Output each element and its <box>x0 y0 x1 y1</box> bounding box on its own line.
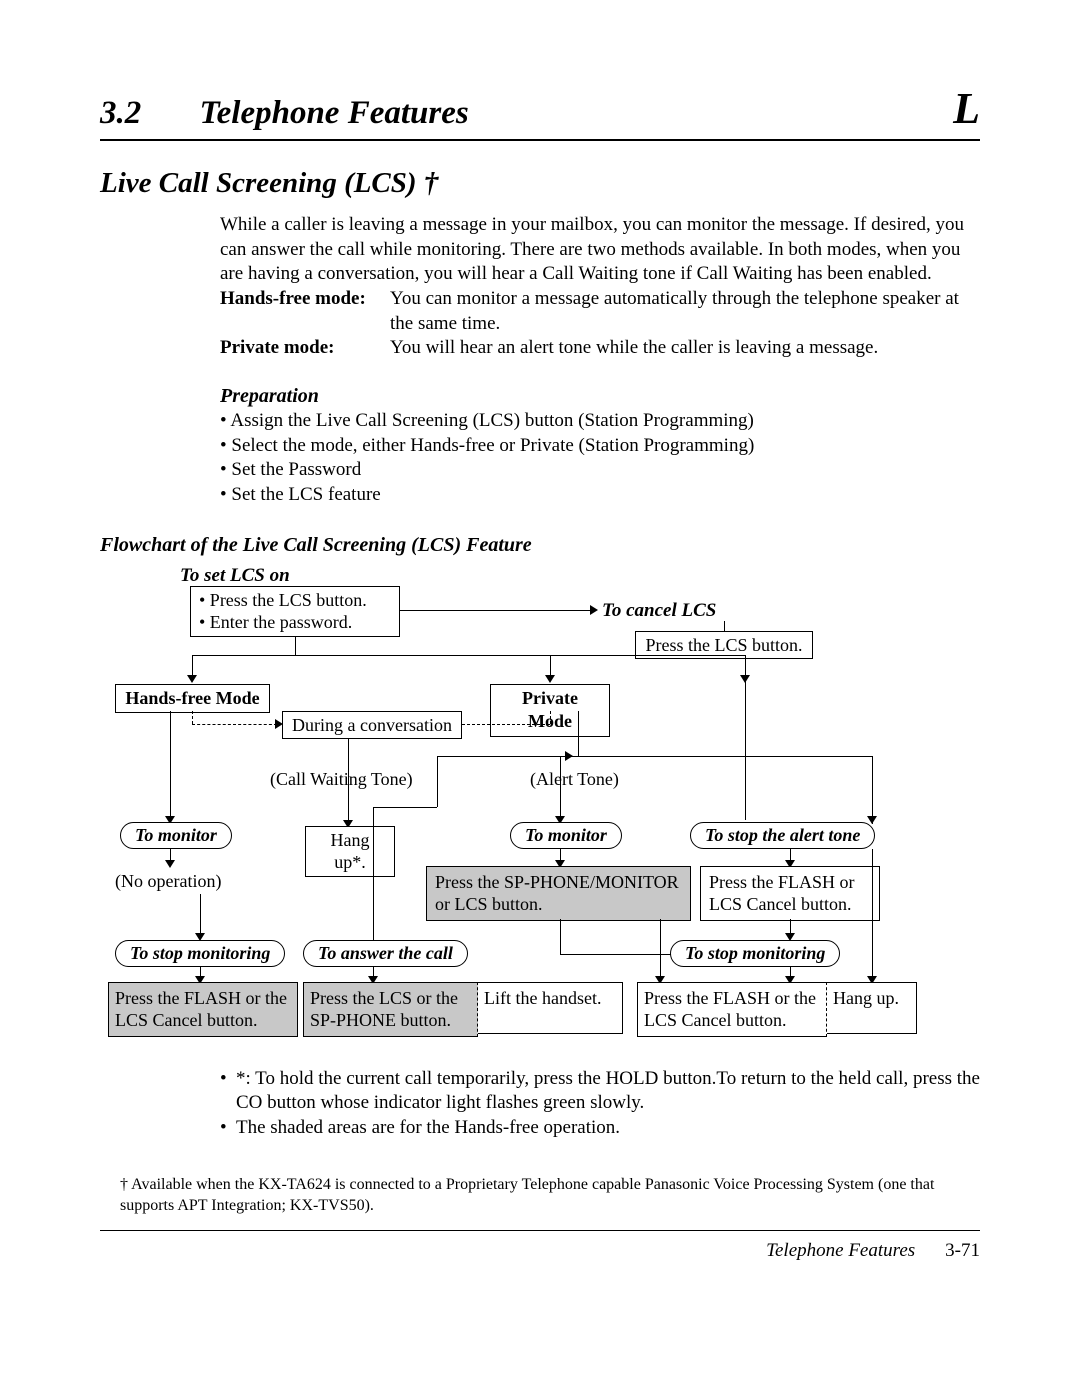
page-title: Live Call Screening (LCS) † <box>100 165 980 203</box>
fc-lift-handset: Lift the handset. <box>478 982 623 1034</box>
prep-item: Set the LCS feature <box>220 483 980 508</box>
preparation-list: Assign the Live Call Screening (LCS) but… <box>220 409 980 508</box>
fc-to-monitor-mid: To monitor <box>510 822 622 849</box>
note-2: • The shaded areas are for the Hands-fre… <box>220 1116 980 1141</box>
private-mode-row: Private mode: You will hear an alert ton… <box>220 336 980 361</box>
fc-to-stop-alert: To stop the alert tone <box>690 822 875 849</box>
fc-no-operation: (No operation) <box>115 870 221 893</box>
section-title: Telephone Features <box>200 95 469 131</box>
fc-call-waiting-tone: (Call Waiting Tone) <box>270 768 413 791</box>
flowchart-title: Flowchart of the Live Call Screening (LC… <box>100 532 980 558</box>
intro-paragraph: While a caller is leaving a message in y… <box>220 213 980 287</box>
fc-set-lcs-on-label: To set LCS on <box>180 564 290 589</box>
fc-hang-up: Hang up. <box>827 982 917 1034</box>
flowchart: To set LCS on • Press the LCS button. • … <box>100 564 980 1039</box>
footnote: † Available when the KX-TA624 is connect… <box>120 1175 980 1217</box>
fc-to-monitor-left: To monitor <box>120 822 232 849</box>
fc-during-conv-box: During a conversation <box>282 711 462 740</box>
fc-flash-cancel-box: Press the FLASH or LCS Cancel button. <box>700 866 880 921</box>
fc-flash-lcs-cancel-right: Press the FLASH or the LCS Cancel button… <box>637 982 827 1037</box>
notes-block: • *: To hold the current call temporaril… <box>220 1067 980 1141</box>
fc-alert-tone: (Alert Tone) <box>530 768 619 791</box>
handsfree-mode-label: Hands-free mode: <box>220 287 390 336</box>
bullet-icon: • <box>220 1067 236 1116</box>
handsfree-mode-row: Hands-free mode: You can monitor a messa… <box>220 287 980 336</box>
prep-item: Select the mode, either Hands-free or Pr… <box>220 434 980 459</box>
page-footer: Telephone Features 3-71 <box>100 1239 980 1264</box>
fc-hangup-star-box: Hang up*. <box>305 826 395 877</box>
modes-block: Hands-free mode: You can monitor a messa… <box>220 287 980 361</box>
section-number: 3.2 <box>100 95 141 131</box>
fc-spphone-box: Press the SP-PHONE/MONITOR or LCS button… <box>426 866 691 921</box>
chapter-header: 3.2 Telephone Features L <box>100 80 980 141</box>
section-letter: L <box>953 80 980 137</box>
note-1: • *: To hold the current call temporaril… <box>220 1067 980 1116</box>
fc-set-on-box: • Press the LCS button. • Enter the pass… <box>190 586 400 637</box>
fc-set-on-l1: • Press the LCS button. <box>199 589 391 612</box>
page: 3.2 Telephone Features L Live Call Scree… <box>0 0 1080 1397</box>
note-2-text: The shaded areas are for the Hands-free … <box>236 1116 980 1141</box>
fc-flash-lcs-cancel-left: Press the FLASH or the LCS Cancel button… <box>108 982 298 1037</box>
preparation-heading: Preparation <box>220 383 980 409</box>
fc-set-on-l2: • Enter the password. <box>199 611 391 634</box>
bullet-icon: • <box>220 1116 236 1141</box>
prep-item: Assign the Live Call Screening (LCS) but… <box>220 409 980 434</box>
footer-page: 3-71 <box>945 1239 980 1264</box>
fc-press-lcs-spphone: Press the LCS or the SP-PHONE button. <box>303 982 478 1037</box>
fc-handsfree-mode-box: Hands-free Mode <box>115 684 270 713</box>
chapter-left: 3.2 Telephone Features <box>100 92 469 135</box>
fc-to-stop-monitoring-right: To stop monitoring <box>670 940 840 967</box>
note-1-text: *: To hold the current call temporarily,… <box>236 1067 980 1116</box>
fc-to-cancel-lcs-label: To cancel LCS <box>602 599 716 624</box>
footer-rule <box>100 1230 980 1231</box>
prep-item: Set the Password <box>220 458 980 483</box>
fc-to-stop-monitoring-left: To stop monitoring <box>115 940 285 967</box>
private-mode-label: Private mode: <box>220 336 390 361</box>
handsfree-mode-text: You can monitor a message automatically … <box>390 287 980 336</box>
fc-to-answer-call: To answer the call <box>303 940 468 967</box>
private-mode-text: You will hear an alert tone while the ca… <box>390 336 980 361</box>
footer-title: Telephone Features <box>766 1239 915 1264</box>
